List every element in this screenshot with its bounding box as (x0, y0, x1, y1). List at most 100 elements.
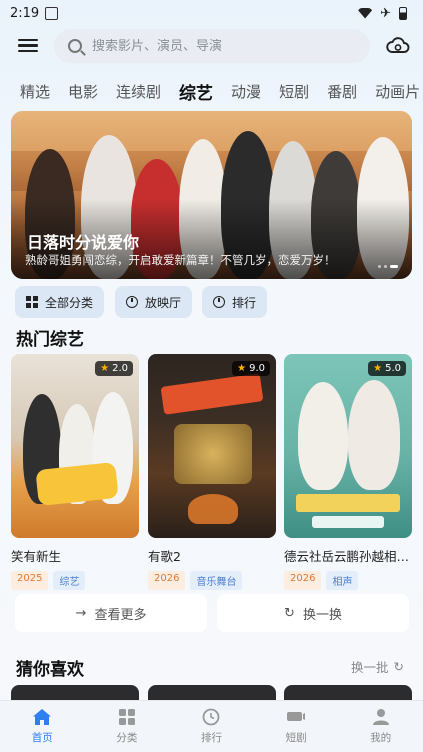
ranking-icon (203, 708, 220, 726)
poster-image: ★ 5.0 (284, 354, 412, 538)
tab-short-drama[interactable]: 短剧 (279, 81, 309, 102)
tab-cartoon[interactable]: 动画片 (375, 81, 420, 102)
rating-badge: ★ 2.0 (95, 361, 133, 376)
tab-variety[interactable]: 综艺 (179, 79, 213, 104)
card-tags: 2026 相声 (284, 571, 412, 590)
category-icon (118, 709, 135, 725)
year-tag: 2026 (284, 571, 322, 590)
category-tabs: 精选 电影 连续剧 综艺 动漫 短剧 番剧 动画片 (0, 78, 423, 104)
top-bar (0, 28, 423, 64)
poster-flame (188, 494, 238, 524)
nav-label: 短剧 (285, 732, 307, 744)
menu-icon-line (18, 49, 38, 53)
short-drama-icon (287, 712, 306, 721)
poster-person (298, 382, 348, 490)
poster-person (348, 380, 400, 490)
status-time: 2:19 (10, 5, 40, 21)
refresh-batch-button[interactable]: 换一批 ↻ (351, 657, 404, 676)
poster-image: ★ 2.0 (11, 354, 139, 538)
wifi-icon (358, 7, 373, 19)
view-more-button[interactable]: → 查看更多 (15, 594, 207, 632)
poster-image: ★ 9.0 (148, 354, 276, 538)
media-card[interactable]: ★ 2.0 笑有新生 2025 综艺 (11, 354, 139, 590)
category-tag: 音乐舞台 (190, 571, 243, 590)
all-categories-button[interactable]: 全部分类 (15, 286, 105, 318)
airplane-icon: ✈ (380, 5, 391, 21)
home-icon (33, 709, 52, 725)
profile-icon (372, 709, 389, 725)
category-tag: 综艺 (53, 571, 86, 590)
rating-badge: ★ 9.0 (232, 361, 270, 376)
nav-short-drama[interactable]: 短剧 (266, 708, 326, 745)
pagination-dot (384, 265, 387, 268)
cloud-gear-icon (386, 37, 410, 53)
star-icon: ★ (237, 363, 247, 374)
clock-icon (126, 296, 138, 308)
cloud-settings-button[interactable] (386, 35, 410, 57)
nav-label: 首页 (31, 732, 53, 744)
clock-icon (213, 296, 225, 308)
nav-ranking[interactable]: 排行 (181, 708, 241, 745)
ranking-button[interactable]: 排行 (202, 286, 268, 318)
menu-icon-line (18, 39, 38, 42)
category-tag: 相声 (326, 571, 359, 590)
rating-value: 2.0 (112, 363, 128, 374)
banner-subtitle: 熟龄哥姐勇闯恋综，开启敢爱新篇章！不管几岁，恋爱万岁！ (25, 253, 336, 267)
card-title: 有歌2 (148, 549, 181, 564)
year-tag: 2026 (148, 571, 186, 590)
card-title: 笑有新生 (11, 549, 62, 564)
status-bar: 2:19 ✈ (0, 0, 423, 26)
star-icon: ★ (100, 363, 110, 374)
tab-series[interactable]: 连续剧 (116, 81, 161, 102)
screening-hall-button[interactable]: 放映厅 (115, 286, 193, 318)
menu-button[interactable] (18, 36, 38, 56)
swap-label: 换一换 (302, 607, 342, 623)
search-icon (68, 39, 82, 53)
arrow-right-icon: → (75, 605, 87, 621)
status-right: ✈ (358, 6, 407, 21)
bottom-navigation: 首页 分类 排行 短剧 我的 (0, 700, 423, 752)
rating-value: 5.0 (385, 363, 401, 374)
star-icon: ★ (373, 363, 383, 374)
battery-icon (399, 6, 407, 20)
search-bar[interactable] (54, 29, 370, 63)
nav-label: 排行 (200, 732, 222, 744)
nav-category[interactable]: 分类 (97, 708, 157, 745)
tab-anime[interactable]: 动漫 (231, 81, 261, 102)
nav-label: 我的 (370, 732, 392, 744)
tab-movies[interactable]: 电影 (68, 81, 98, 102)
quick-action-label: 全部分类 (45, 295, 94, 310)
banner-title: 日落时分说爱你 (27, 233, 140, 252)
quick-action-label: 放映厅 (145, 295, 182, 310)
app-status-icon (45, 6, 59, 20)
poster-caption (296, 494, 400, 512)
section-title-guess: 猜你喜欢 (16, 660, 84, 680)
card-tags: 2026 音乐舞台 (148, 571, 276, 590)
media-card[interactable]: ★ 5.0 德云社岳云鹏孙越相… 2026 相声 (284, 354, 412, 590)
tab-featured[interactable]: 精选 (20, 81, 50, 102)
card-title: 德云社岳云鹏孙越相… (284, 549, 410, 564)
pagination-dot (378, 265, 381, 268)
card-tags: 2025 综艺 (11, 571, 139, 590)
section-title-hot: 热门综艺 (16, 330, 84, 350)
nav-home[interactable]: 首页 (12, 708, 72, 745)
year-tag: 2025 (11, 571, 49, 590)
refresh-icon: ↻ (393, 659, 404, 674)
menu-icon-line (18, 44, 38, 47)
rating-value: 9.0 (249, 363, 265, 374)
media-card[interactable]: ★ 9.0 有歌2 2026 音乐舞台 (148, 354, 276, 590)
nav-profile[interactable]: 我的 (351, 708, 411, 745)
view-more-label: 查看更多 (94, 607, 147, 623)
refresh-batch-label: 换一批 (351, 660, 389, 675)
refresh-icon: ↻ (284, 605, 295, 621)
rating-badge: ★ 5.0 (368, 361, 406, 376)
tab-bangumi[interactable]: 番剧 (327, 81, 357, 102)
search-input[interactable] (92, 38, 352, 54)
status-left: 2:19 (10, 5, 59, 21)
hero-banner[interactable]: 日落时分说爱你 熟龄哥姐勇闯恋综，开启敢爱新篇章！不管几岁，恋爱万岁！ (11, 111, 412, 279)
nav-label: 分类 (116, 732, 138, 744)
pagination-dot-active (390, 265, 398, 268)
swap-button[interactable]: ↻ 换一换 (217, 594, 409, 632)
poster-footer (312, 516, 384, 528)
poster-logo (174, 424, 252, 484)
